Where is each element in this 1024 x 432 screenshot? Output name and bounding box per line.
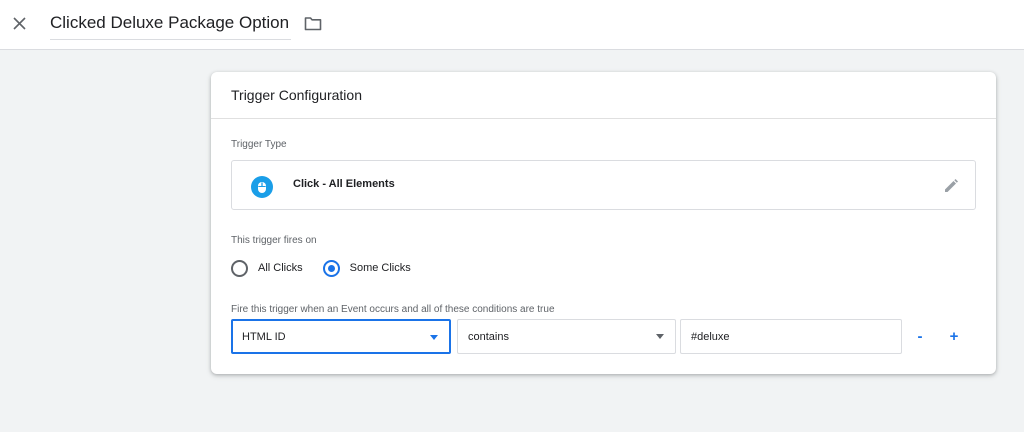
trigger-name-field[interactable]: Clicked Deluxe Package Option	[50, 10, 292, 40]
operator-select[interactable]: contains	[457, 319, 676, 354]
top-bar: Clicked Deluxe Package Option	[0, 0, 1024, 50]
radio-label: Some Clicks	[349, 262, 411, 274]
conditions-label: Fire this trigger when an Event occurs a…	[231, 304, 555, 315]
trigger-type-selector[interactable]: Click - All Elements	[231, 160, 976, 210]
close-icon[interactable]	[8, 12, 30, 34]
mouse-icon	[251, 176, 273, 198]
card-title: Trigger Configuration	[231, 87, 362, 103]
variable-select[interactable]: HTML ID	[231, 319, 451, 354]
trigger-type-name: Click - All Elements	[293, 178, 395, 190]
folder-icon[interactable]	[302, 13, 324, 33]
card-header: Trigger Configuration	[211, 72, 996, 119]
radio-all-clicks[interactable]: All Clicks	[231, 259, 303, 277]
chevron-down-icon	[656, 334, 664, 339]
radio-some-clicks[interactable]: Some Clicks	[322, 259, 411, 277]
add-condition-button[interactable]: +	[946, 326, 962, 346]
radio-label: All Clicks	[258, 262, 303, 274]
variable-select-value: HTML ID	[242, 330, 286, 343]
remove-condition-button[interactable]: -	[912, 326, 928, 346]
trigger-type-label: Trigger Type	[231, 139, 287, 150]
condition-value-text: #deluxe	[691, 330, 730, 343]
trigger-name-text: Clicked Deluxe Package Option	[50, 13, 290, 32]
radio-button-selected[interactable]	[322, 259, 340, 277]
operator-select-value: contains	[468, 330, 509, 343]
trigger-configuration-card: Trigger Configuration Trigger Type Click…	[211, 72, 996, 374]
fires-on-radio-group: All Clicks Some Clicks	[231, 258, 431, 278]
radio-button[interactable]	[231, 259, 248, 277]
fires-on-label: This trigger fires on	[231, 235, 317, 246]
condition-value-input[interactable]: #deluxe	[680, 319, 902, 354]
pencil-icon[interactable]	[941, 176, 961, 196]
chevron-down-icon	[430, 335, 438, 340]
